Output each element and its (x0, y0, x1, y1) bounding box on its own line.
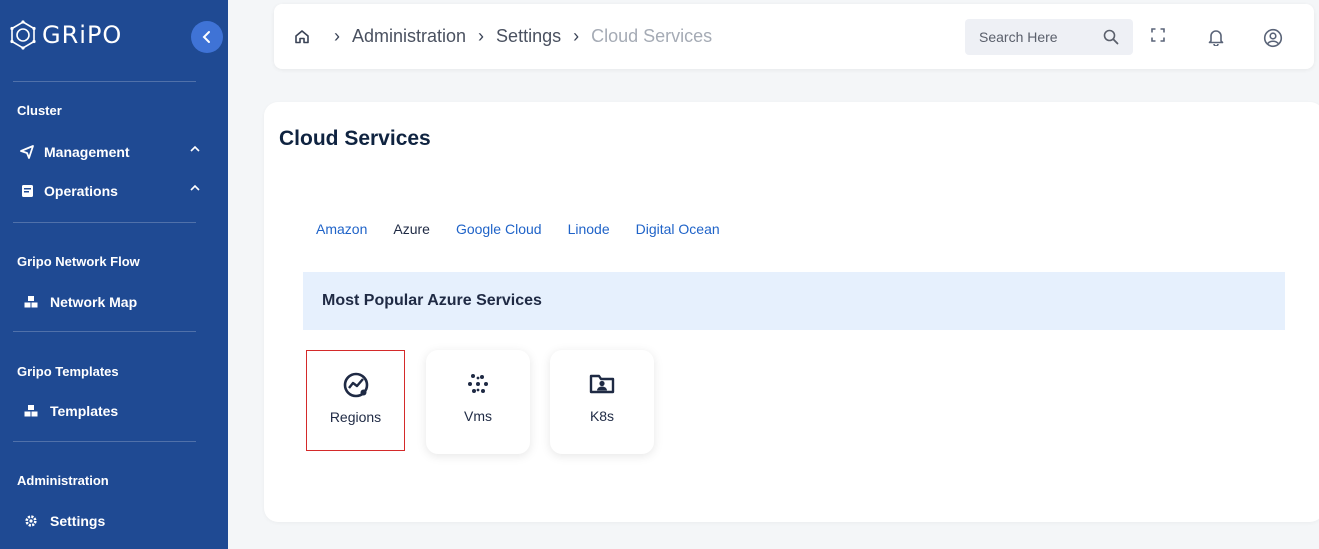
sidebar-item-label: Network Map (50, 294, 138, 310)
tab-digital-ocean[interactable]: Digital Ocean (636, 221, 720, 237)
sidebar-item-templates[interactable]: Templates (17, 400, 207, 422)
chevron-left-icon (202, 31, 210, 43)
tab-amazon[interactable]: Amazon (316, 221, 367, 237)
chevron-up-icon[interactable] (189, 183, 201, 193)
user-avatar-icon[interactable] (1263, 28, 1283, 48)
document-icon (17, 184, 37, 198)
brand-logo[interactable]: GRiPO (8, 20, 122, 50)
tab-azure[interactable]: Azure (393, 221, 430, 237)
services-banner: Most Popular Azure Services (303, 272, 1285, 330)
sidebar: GRiPO Cluster Management Operations Grip… (0, 0, 228, 549)
service-label: K8s (589, 408, 615, 424)
cubes-icon (21, 404, 41, 418)
top-header: › Administration › Settings › Cloud Serv… (274, 4, 1314, 69)
sidebar-item-network-map[interactable]: Network Map (17, 291, 207, 313)
search-icon[interactable] (1103, 29, 1119, 45)
sidebar-item-label: Management (44, 144, 130, 160)
section-title-cluster: Cluster (17, 103, 62, 118)
sidebar-item-label: Settings (50, 513, 106, 529)
section-title-network-flow: Gripo Network Flow (17, 254, 140, 269)
page-title: Cloud Services (279, 127, 431, 150)
dots-cluster-icon (467, 370, 489, 398)
service-card-k8s[interactable]: K8s (550, 350, 654, 454)
folder-user-icon (589, 370, 615, 398)
breadcrumb-separator: › (334, 26, 340, 46)
sidebar-divider (13, 222, 196, 223)
service-label: Regions (329, 409, 382, 425)
search-box (965, 19, 1133, 55)
cloud-provider-tabs: Amazon Azure Google Cloud Linode Digital… (316, 221, 720, 237)
bell-icon[interactable] (1208, 28, 1224, 46)
brand-name: GRiPO (42, 21, 123, 49)
breadcrumb-separator: › (573, 26, 580, 46)
chevron-up-icon[interactable] (189, 144, 201, 154)
breadcrumb-settings[interactable]: Settings (496, 26, 561, 47)
sidebar-item-operations[interactable]: Operations (17, 180, 207, 202)
sidebar-divider (13, 81, 196, 82)
sidebar-divider (13, 331, 196, 332)
gear-icon (21, 514, 41, 528)
breadcrumb: › Administration › Settings › Cloud Serv… (294, 26, 712, 47)
breadcrumb-current: Cloud Services (591, 26, 713, 46)
sidebar-item-label: Templates (50, 403, 119, 419)
chart-circle-icon (343, 371, 369, 399)
cubes-icon (21, 295, 41, 309)
home-icon[interactable] (294, 29, 310, 44)
breadcrumb-separator: › (478, 26, 485, 46)
search-input[interactable] (979, 29, 1099, 45)
section-title-administration: Administration (17, 473, 109, 488)
sidebar-item-label: Operations (44, 183, 118, 199)
cloud-services-card: Cloud Services Amazon Azure Google Cloud… (264, 102, 1319, 522)
gripo-logo-icon (10, 20, 36, 50)
sidebar-collapse-button[interactable] (191, 21, 223, 53)
sidebar-item-management[interactable]: Management (17, 141, 207, 163)
service-card-regions[interactable]: Regions (306, 350, 405, 451)
fullscreen-icon[interactable] (1151, 28, 1165, 42)
service-card-vms[interactable]: Vms (426, 350, 530, 454)
service-label: Vms (464, 408, 492, 424)
tab-linode[interactable]: Linode (568, 221, 610, 237)
sidebar-divider (13, 441, 196, 442)
tab-google-cloud[interactable]: Google Cloud (456, 221, 542, 237)
breadcrumb-administration[interactable]: Administration (352, 26, 466, 47)
send-icon (17, 145, 37, 159)
section-title-templates: Gripo Templates (17, 364, 119, 379)
sidebar-item-settings[interactable]: Settings (17, 510, 207, 532)
